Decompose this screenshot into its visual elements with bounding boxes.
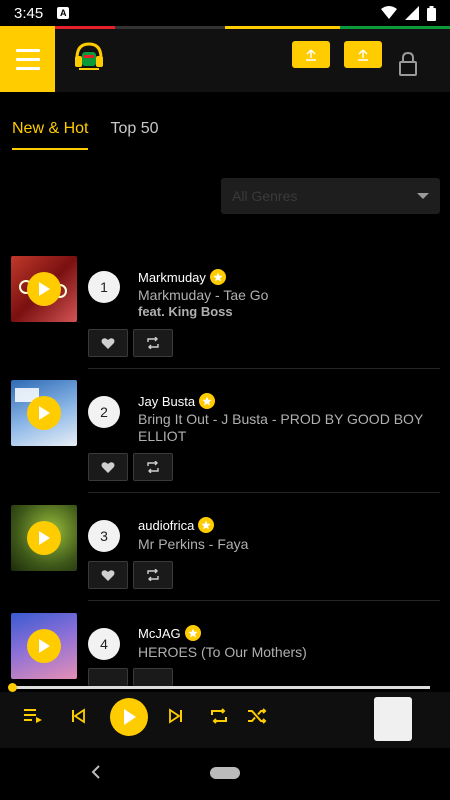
status-time: 3:45 (14, 4, 44, 22)
flag-stripe-red (55, 26, 115, 29)
play-button[interactable] (27, 521, 61, 555)
row-divider (88, 368, 440, 369)
shuffle-icon (248, 708, 267, 724)
heart-icon (101, 569, 115, 581)
star-badge-icon (184, 625, 201, 641)
track-rank: 3 (88, 520, 120, 552)
app-logo[interactable] (72, 40, 106, 74)
track-artist-name: Jay Busta (138, 393, 196, 409)
genre-select-value: All Genres (232, 188, 298, 204)
like-button[interactable] (88, 453, 128, 481)
like-button[interactable] (88, 668, 128, 686)
upload-icon (358, 48, 368, 61)
repost-button[interactable] (133, 668, 173, 686)
track-artist-name: Markmuday (138, 269, 206, 285)
previous-button[interactable] (68, 706, 88, 726)
upload-icon (306, 48, 316, 61)
flag-stripe-dark (115, 26, 225, 29)
track-artist[interactable]: Markmuday (138, 269, 226, 285)
repost-icon (147, 337, 159, 349)
flag-stripe-yellow (225, 26, 340, 29)
star-badge-icon (209, 269, 226, 285)
track-feat: feat. King Boss (138, 304, 233, 319)
play-icon (39, 639, 50, 653)
star-badge-icon (199, 393, 216, 409)
repost-button[interactable] (133, 561, 173, 589)
play-icon (124, 709, 136, 725)
like-button[interactable] (88, 329, 128, 357)
app-bar (0, 26, 450, 92)
track-artist[interactable]: Jay Busta (138, 393, 216, 409)
tab-bar: New & Hot Top 50 (12, 120, 159, 150)
heart-icon (101, 337, 115, 349)
play-button[interactable] (27, 396, 61, 430)
play-icon (39, 531, 50, 545)
play-icon (39, 406, 50, 420)
repost-icon (147, 569, 159, 581)
play-button[interactable] (27, 629, 61, 663)
next-button[interactable] (166, 706, 186, 726)
upload-button-2[interactable] (344, 41, 382, 68)
shuffle-button[interactable] (246, 706, 268, 726)
heart-icon (101, 461, 115, 473)
menu-icon-bar (15, 57, 40, 61)
track-artwork[interactable] (11, 505, 77, 571)
genre-select[interactable]: All Genres (221, 178, 440, 214)
track-artist[interactable]: audiofrica (138, 517, 215, 533)
track-title[interactable]: Markmuday - Tae Go (138, 287, 428, 304)
repost-button[interactable] (133, 453, 173, 481)
repost-icon (147, 461, 159, 473)
play-icon (39, 282, 50, 296)
next-icon (169, 708, 182, 724)
track-rank: 2 (88, 396, 120, 428)
play-button[interactable] (27, 272, 61, 306)
queue-button[interactable] (22, 706, 44, 726)
track-artist-name: McJAG (138, 625, 181, 641)
track-artwork[interactable] (11, 380, 77, 446)
upload-button[interactable] (292, 41, 330, 68)
track-title[interactable]: Mr Perkins - Faya (138, 536, 428, 553)
like-button[interactable] (88, 561, 128, 589)
battery-icon (427, 5, 436, 21)
wifi-icon (381, 6, 397, 19)
queue-icon (24, 709, 42, 723)
notification-icon: A (57, 7, 70, 19)
track-rank: 1 (88, 271, 120, 303)
now-playing-artwork[interactable] (374, 697, 412, 741)
menu-button[interactable] (0, 26, 55, 92)
track-artwork[interactable] (11, 256, 77, 322)
tab-new-and-hot[interactable]: New & Hot (12, 120, 89, 150)
main-play-button[interactable] (110, 698, 148, 736)
flag-stripe-green (340, 26, 450, 29)
star-badge-icon (198, 517, 215, 533)
track-artwork[interactable] (11, 613, 77, 679)
repost-button[interactable] (133, 329, 173, 357)
previous-icon (72, 708, 85, 724)
track-title[interactable]: HEROES (To Our Mothers) (138, 644, 428, 661)
row-divider (88, 492, 440, 493)
back-icon[interactable] (90, 764, 102, 780)
signal-icon (405, 6, 419, 20)
track-rank: 4 (88, 628, 120, 660)
status-bar: 3:45 A (0, 0, 450, 26)
track-artist-name: audiofrica (138, 517, 195, 533)
menu-icon (15, 48, 40, 52)
track-title[interactable]: Bring It Out - J Busta - PROD BY GOOD BO… (138, 411, 428, 445)
lock-icon[interactable] (398, 52, 418, 76)
menu-icon-bar (15, 66, 40, 70)
progress-handle[interactable] (8, 683, 17, 692)
progress-bar[interactable] (12, 686, 430, 689)
tab-top-50[interactable]: Top 50 (110, 120, 158, 150)
track-artist[interactable]: McJAG (138, 625, 201, 641)
repeat-icon (211, 708, 227, 724)
row-divider (88, 600, 440, 601)
repeat-button[interactable] (208, 706, 230, 726)
home-button[interactable] (210, 767, 240, 779)
chevron-down-icon (417, 193, 429, 199)
